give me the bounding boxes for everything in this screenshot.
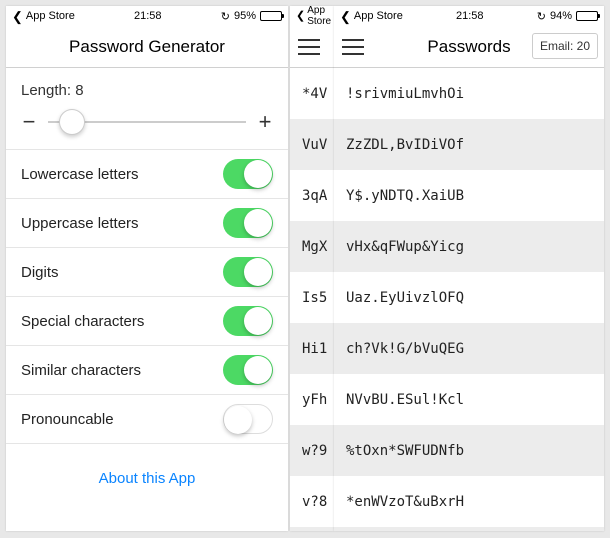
option-label: Digits (21, 264, 59, 281)
status-bar: ❮ App Store 21:58 ↻ 94% (334, 6, 604, 26)
list-item[interactable]: Uaz.EyUivzlOFQ (334, 272, 604, 323)
page-title: Passwords (427, 37, 510, 57)
nav-bar: Passwords Email: 20 (334, 26, 604, 68)
refresh-icon: ↻ (221, 10, 230, 23)
list-item[interactable]: ch?Vk!G/bVuQEG (334, 323, 604, 374)
option-label: Uppercase letters (21, 215, 139, 232)
list-item[interactable]: yFh (290, 374, 334, 425)
battery-icon (260, 11, 282, 21)
list-item[interactable]: MgX (290, 221, 334, 272)
list-item[interactable]: Hi1 (290, 323, 334, 374)
toggle-knob (244, 307, 272, 335)
length-slider[interactable]: − + (6, 105, 288, 150)
option-row: Pronouncable (6, 395, 288, 444)
option-label: Similar characters (21, 362, 141, 379)
status-time: 21:58 (134, 10, 162, 22)
menu-icon[interactable] (342, 26, 368, 67)
refresh-icon: ↻ (537, 10, 546, 23)
generator-screen: ❮ App Store 21:58 ↻ 95% Password Generat… (6, 6, 288, 531)
option-label: Lowercase letters (21, 166, 139, 183)
list-item[interactable]: VuV (290, 119, 334, 170)
option-row: Special characters (6, 297, 288, 346)
battery-pct: 95% (234, 10, 256, 22)
passwords-screen-behind: ❮ App Store *4VVuV3qAMgXIs5Hi1yFhw?9v?8 (290, 6, 334, 531)
list-item[interactable]: %tOxn*SWFUDNfb (334, 425, 604, 476)
password-list: !srivmiuLmvhOiZzZDL,BvIDiVOfY$.yNDTQ.Xai… (334, 68, 604, 531)
slider-track[interactable] (48, 121, 246, 123)
back-label[interactable]: App Store (307, 6, 331, 27)
list-item[interactable] (290, 527, 334, 531)
battery-pct: 94% (550, 10, 572, 22)
back-icon[interactable]: ❮ (12, 10, 23, 23)
option-toggle[interactable] (223, 355, 273, 385)
list-item[interactable]: ZzZDL,BvIDiVOf (334, 119, 604, 170)
status-bar: ❮ App Store 21:58 ↻ 95% (6, 6, 288, 26)
option-row: Uppercase letters (6, 199, 288, 248)
toggle-knob (244, 160, 272, 188)
back-icon[interactable]: ❮ (340, 10, 351, 23)
decrement-button[interactable]: − (18, 109, 40, 135)
passwords-screen: ❮ App Store 21:58 ↻ 94% Passwords Email:… (334, 6, 604, 531)
back-icon[interactable]: ❮ (296, 11, 305, 22)
toggle-knob (244, 356, 272, 384)
list-item[interactable]: Y$.yNDTQ.XaiUB (334, 170, 604, 221)
email-button[interactable]: Email: 20 (532, 33, 598, 59)
list-item[interactable]: vHx&qFWup&Yicg (334, 221, 604, 272)
option-row: Similar characters (6, 346, 288, 395)
nav-bar: Password Generator (6, 26, 288, 68)
slider-thumb[interactable] (59, 109, 85, 135)
increment-button[interactable]: + (254, 109, 276, 135)
toggle-knob (244, 209, 272, 237)
menu-icon[interactable] (298, 26, 324, 67)
page-title: Password Generator (69, 37, 225, 57)
status-time: 21:58 (456, 10, 484, 22)
option-toggle[interactable] (223, 159, 273, 189)
list-item[interactable]: w?9 (290, 425, 334, 476)
option-toggle[interactable] (223, 257, 273, 287)
list-item[interactable] (334, 527, 604, 531)
nav-bar (290, 26, 334, 68)
option-toggle[interactable] (223, 208, 273, 238)
option-toggle[interactable] (223, 306, 273, 336)
back-label[interactable]: App Store (354, 10, 403, 22)
option-row: Digits (6, 248, 288, 297)
list-item[interactable]: *4V (290, 68, 334, 119)
option-label: Pronouncable (21, 411, 114, 428)
list-item[interactable]: !srivmiuLmvhOi (334, 68, 604, 119)
password-list-partial: *4VVuV3qAMgXIs5Hi1yFhw?9v?8 (290, 68, 334, 531)
list-item[interactable]: *enWVzoT&uBxrH (334, 476, 604, 527)
list-item[interactable]: Is5 (290, 272, 334, 323)
option-row: Lowercase letters (6, 150, 288, 199)
toggle-knob (224, 406, 252, 434)
toggle-knob (244, 258, 272, 286)
list-item[interactable]: v?8 (290, 476, 334, 527)
back-label[interactable]: App Store (26, 10, 75, 22)
status-bar: ❮ App Store (290, 6, 334, 26)
list-item[interactable]: 3qA (290, 170, 334, 221)
battery-icon (576, 11, 598, 21)
options-list: Lowercase letters Uppercase letters Digits… (6, 150, 288, 444)
option-toggle[interactable] (223, 404, 273, 434)
length-label: Length: 8 (6, 68, 288, 105)
list-item[interactable]: NVvBU.ESul!Kcl (334, 374, 604, 425)
option-label: Special characters (21, 313, 144, 330)
about-link[interactable]: About this App (6, 444, 288, 513)
